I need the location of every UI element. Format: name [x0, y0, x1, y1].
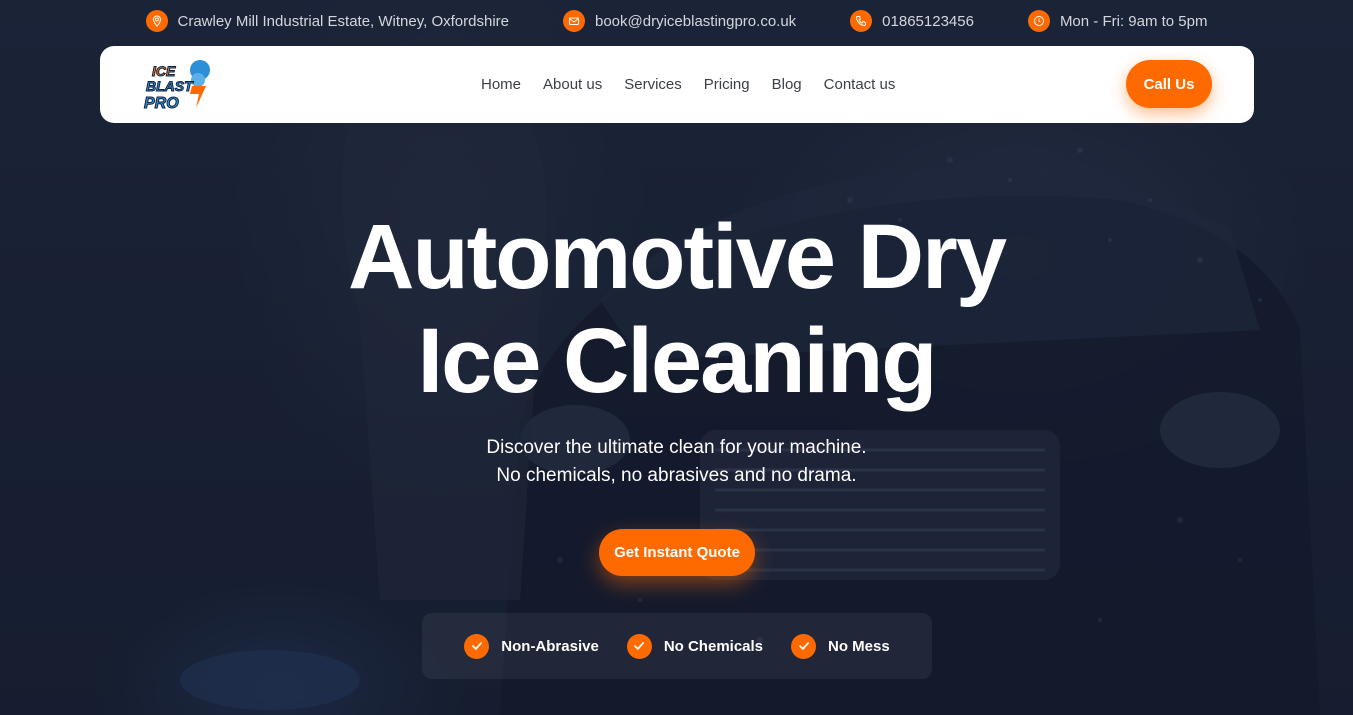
hero-title-line-1: Automotive Dry [348, 206, 1007, 308]
hero-subtitle-line-1: Discover the ultimate clean for your mac… [486, 437, 867, 458]
check-icon [791, 633, 817, 659]
feature-no-chemicals: No Chemicals [626, 633, 764, 659]
hours-text: Mon - Fri: 9am to 5pm [1059, 12, 1208, 30]
nav-menu: Home About us Services Pricing Blog Cont… [481, 46, 895, 123]
nav-contact[interactable]: Contact us [824, 76, 896, 93]
check-icon [626, 633, 652, 659]
location-pin-icon [145, 10, 168, 32]
feature-label: No Chemicals [663, 637, 764, 655]
features-strip: Non-Abrasive No Chemicals No Mess [422, 613, 932, 679]
feature-label: Non-Abrasive [501, 637, 599, 655]
main-navbar: ICE BLAST PRO Home About us Services Pri… [100, 46, 1254, 123]
feature-no-mess: No Mess [791, 633, 890, 659]
site-logo[interactable]: ICE BLAST PRO [142, 56, 214, 114]
nav-about[interactable]: About us [543, 76, 602, 93]
clock-icon [1027, 10, 1050, 32]
feature-label: No Mess [828, 637, 890, 655]
svg-text:PRO: PRO [144, 95, 179, 112]
hero-subtitle: Discover the ultimate clean for your mac… [0, 434, 1353, 490]
mail-icon [563, 10, 585, 32]
call-us-button[interactable]: Call Us [1126, 60, 1212, 108]
hero-subtitle-line-2: No chemicals, no abrasives and no drama. [496, 465, 857, 486]
contact-email[interactable]: book@dryiceblastingpro.co.uk [563, 10, 796, 32]
feature-non-abrasive: Non-Abrasive [464, 633, 599, 659]
nav-pricing[interactable]: Pricing [704, 76, 750, 93]
contact-address: Crawley Mill Industrial Estate, Witney, … [145, 10, 510, 32]
email-link[interactable]: book@dryiceblastingpro.co.uk [595, 13, 796, 30]
phone-link[interactable]: 01865123456 [882, 13, 974, 30]
hero-title-line-2: Ice Cleaning [417, 310, 938, 412]
phone-icon [850, 10, 873, 32]
ice-blast-pro-logo: ICE BLAST PRO [144, 60, 210, 113]
contact-hours: Mon - Fri: 9am to 5pm [1027, 10, 1208, 32]
nav-services[interactable]: Services [624, 76, 682, 93]
svg-text:BLAST: BLAST [146, 78, 194, 94]
nav-home[interactable]: Home [481, 76, 521, 93]
contact-phone[interactable]: 01865123456 [850, 10, 974, 32]
contact-bar: Crawley Mill Industrial Estate, Witney, … [0, 0, 1353, 42]
svg-text:ICE: ICE [152, 63, 176, 79]
get-instant-quote-button[interactable]: Get Instant Quote [599, 529, 755, 576]
address-text: Crawley Mill Industrial Estate, Witney, … [177, 12, 510, 30]
nav-blog[interactable]: Blog [772, 76, 802, 93]
hero-title: Automotive Dry Ice Cleaning [0, 205, 1353, 413]
check-icon [464, 633, 490, 659]
